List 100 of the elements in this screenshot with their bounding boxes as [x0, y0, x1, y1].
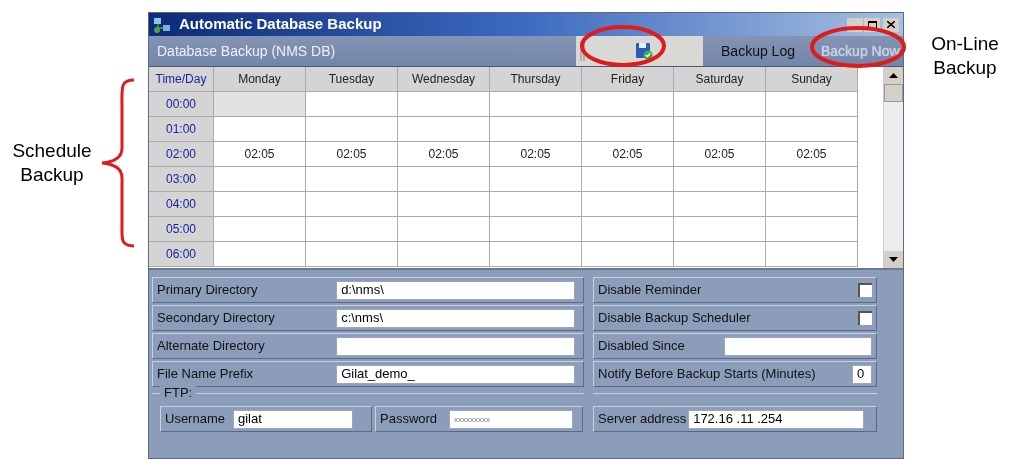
row-header: 06:00 — [149, 242, 214, 267]
schedule-cell[interactable] — [582, 217, 674, 242]
text-field[interactable] — [336, 336, 575, 356]
window-title: Automatic Database Backup — [179, 14, 383, 35]
checkbox[interactable] — [858, 311, 872, 325]
close-icon — [887, 21, 895, 28]
network-icon — [153, 15, 171, 34]
schedule-cell[interactable] — [674, 167, 766, 192]
field-label: Disable Backup Scheduler — [598, 309, 751, 328]
schedule-cell[interactable] — [766, 242, 858, 267]
text-field[interactable]: d:\nms\ — [336, 280, 575, 300]
row-header: 03:00 — [149, 167, 214, 192]
schedule-cell[interactable]: 02:05 — [398, 142, 490, 167]
schedule-cell[interactable] — [306, 167, 398, 192]
schedule-cell[interactable] — [306, 217, 398, 242]
schedule-cell[interactable] — [582, 167, 674, 192]
column-header: Monday — [214, 67, 306, 92]
schedule-cell[interactable] — [490, 92, 582, 117]
schedule-cell[interactable] — [674, 242, 766, 267]
schedule-cell[interactable]: 02:05 — [490, 142, 582, 167]
schedule-cell[interactable] — [582, 242, 674, 267]
schedule-cell[interactable] — [214, 167, 306, 192]
grip-handle — [580, 40, 585, 62]
scroll-up-icon[interactable] — [884, 67, 903, 84]
schedule-cell[interactable] — [490, 217, 582, 242]
schedule-cell[interactable] — [582, 192, 674, 217]
field-label: Notify Before Backup Starts (Minutes) — [598, 365, 816, 384]
schedule-cell[interactable]: 02:05 — [582, 142, 674, 167]
schedule-cell[interactable] — [398, 117, 490, 142]
scroll-thumb[interactable] — [884, 84, 903, 102]
username-field[interactable]: gilat — [232, 409, 353, 429]
schedule-cell[interactable] — [766, 167, 858, 192]
schedule-cell[interactable] — [582, 117, 674, 142]
schedule-cell[interactable] — [766, 92, 858, 117]
text-field[interactable]: c:\nms\ — [336, 308, 575, 328]
column-header: Sunday — [766, 67, 858, 92]
column-header: Thursday — [490, 67, 582, 92]
row-header: 04:00 — [149, 192, 214, 217]
scrollbar[interactable] — [883, 67, 903, 268]
maximize-icon — [867, 20, 877, 29]
schedule-cell[interactable] — [214, 217, 306, 242]
schedule-cell[interactable] — [490, 117, 582, 142]
schedule-cell[interactable] — [306, 117, 398, 142]
schedule-cell[interactable] — [398, 217, 490, 242]
schedule-cell[interactable] — [214, 117, 306, 142]
column-header: Time/Day — [149, 67, 214, 92]
schedule-cell[interactable] — [214, 92, 306, 117]
row-header: 00:00 — [149, 92, 214, 117]
schedule-cell[interactable] — [766, 217, 858, 242]
row-header: 02:00 — [149, 142, 214, 167]
column-header: Wednesday — [398, 67, 490, 92]
schedule-cell[interactable]: 02:05 — [766, 142, 858, 167]
schedule-cell[interactable] — [398, 192, 490, 217]
toolbar-button[interactable]: Backup Log — [703, 36, 813, 66]
schedule-cell[interactable] — [582, 92, 674, 117]
schedule-cell[interactable] — [214, 242, 306, 267]
field-label: File Name Prefix — [157, 365, 255, 384]
row-header: 05:00 — [149, 217, 214, 242]
schedule-cell[interactable] — [214, 192, 306, 217]
password-field[interactable]: xxxxxxxxx — [449, 409, 574, 429]
column-header: Friday — [582, 67, 674, 92]
schedule-cell[interactable] — [398, 92, 490, 117]
schedule-cell[interactable]: 02:05 — [674, 142, 766, 167]
field-label: Disable Reminder — [598, 281, 702, 300]
floppy-check-icon — [635, 42, 653, 60]
schedule-cell[interactable] — [674, 92, 766, 117]
field-label: Alternate Directory — [157, 337, 266, 356]
field-label: Secondary Directory — [157, 309, 276, 328]
text-field[interactable]: Gilat_demo_ — [336, 364, 575, 384]
field-label: Primary Directory — [157, 281, 259, 300]
close-button[interactable] — [883, 17, 899, 32]
schedule-cell[interactable] — [674, 217, 766, 242]
schedule-cell[interactable] — [490, 167, 582, 192]
annotation-text: On-Line Backup — [930, 32, 1000, 80]
schedule-cell[interactable] — [306, 92, 398, 117]
schedule-cell[interactable] — [398, 167, 490, 192]
field-label: Disabled Since — [598, 337, 685, 356]
toolbar-title: Database Backup (NMS DB) — [156, 41, 337, 61]
schedule-cell[interactable] — [306, 242, 398, 267]
schedule-cell[interactable] — [306, 192, 398, 217]
schedule-cell[interactable]: 02:05 — [306, 142, 398, 167]
scroll-down-icon[interactable] — [884, 251, 903, 268]
annotation-text: Schedule Backup — [11, 139, 93, 187]
schedule-cell[interactable] — [398, 242, 490, 267]
schedule-cell[interactable] — [490, 192, 582, 217]
schedule-cell[interactable] — [674, 192, 766, 217]
field-label: Username — [165, 410, 225, 429]
schedule-cell[interactable] — [674, 117, 766, 142]
server-address-field[interactable]: 172.16 .11 .254 — [688, 409, 865, 429]
schedule-cell[interactable]: 02:05 — [214, 142, 306, 167]
schedule-cell[interactable] — [766, 117, 858, 142]
row-header: 01:00 — [149, 117, 214, 142]
text-field[interactable] — [724, 336, 872, 356]
field-label: Server address — [598, 410, 687, 429]
schedule-cell[interactable] — [490, 242, 582, 267]
number-field[interactable]: 0 — [852, 364, 872, 384]
field-label: Password — [380, 410, 438, 429]
schedule-cell[interactable] — [766, 192, 858, 217]
column-header: Tuesday — [306, 67, 398, 92]
checkbox[interactable] — [858, 283, 872, 297]
